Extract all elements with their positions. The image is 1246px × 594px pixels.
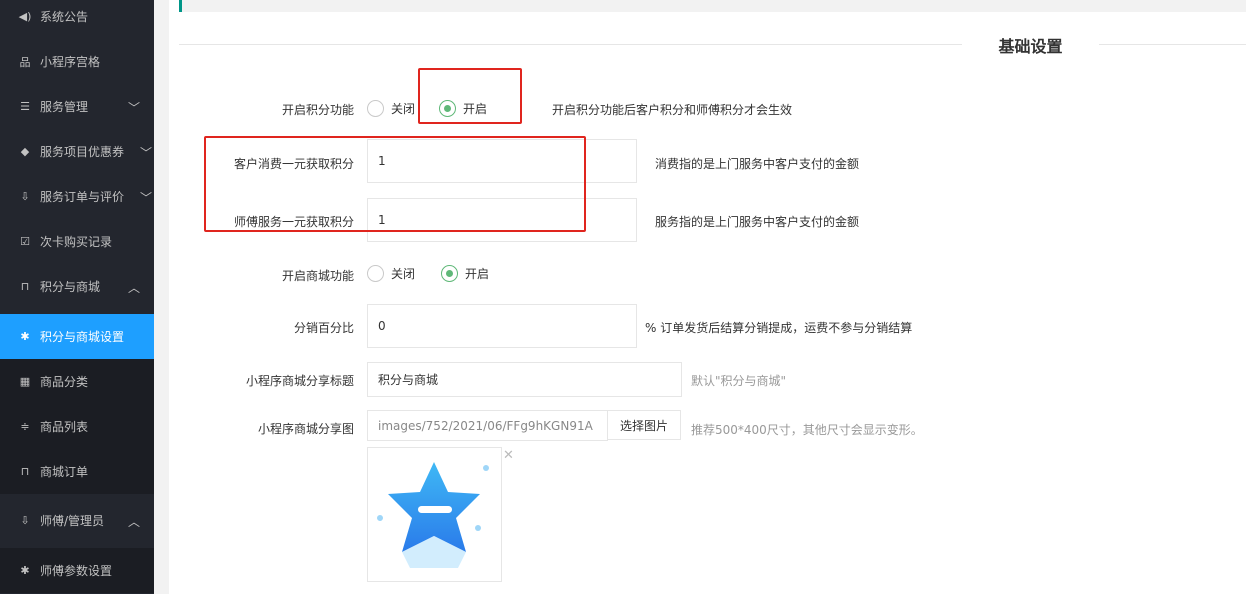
sidebar-item-service-orders[interactable]: ⇩ 服务订单与评价 ﹀ bbox=[0, 174, 154, 219]
distribution-label: 分销百分比 bbox=[293, 321, 354, 335]
mall-enable-on-radio[interactable]: 开启 bbox=[441, 265, 489, 282]
grid-icon: ▦ bbox=[19, 375, 31, 388]
sidebar-item-label: 系统公告 bbox=[40, 10, 89, 24]
share-title-hint: 默认"积分与商城" bbox=[691, 374, 787, 388]
sidebar-item-mall-orders[interactable]: ⊓ 商城订单 bbox=[0, 449, 154, 494]
customer-points-hint: 消费指的是上门服务中客户支付的金额 bbox=[655, 157, 860, 171]
top-bar bbox=[179, 0, 1246, 12]
share-title-label: 小程序商城分享标题 bbox=[245, 374, 354, 388]
radio-label: 开启 bbox=[465, 267, 490, 281]
list-icon: ☰ bbox=[20, 100, 30, 113]
radio-label: 关闭 bbox=[391, 267, 416, 281]
sidebar-item-label: 服务项目优惠券 bbox=[40, 145, 125, 159]
gear-icon: ✱ bbox=[20, 330, 30, 343]
highlight-box bbox=[418, 68, 522, 124]
sidebar-item-product-list[interactable]: ≑ 商品列表 bbox=[0, 404, 154, 449]
tag-icon: ◆ bbox=[20, 145, 30, 158]
sidebar-item-label: 师傅/管理员 bbox=[40, 514, 105, 528]
volume-icon: ◀) bbox=[18, 10, 32, 23]
radio-circle bbox=[367, 265, 384, 282]
share-title-input[interactable]: 积分与商城 bbox=[367, 362, 682, 397]
sidebar-item-label: 师傅参数设置 bbox=[40, 564, 113, 578]
chevron-down-icon: ﹀ bbox=[127, 101, 140, 115]
sidebar-item-service-management[interactable]: ☰ 服务管理 ﹀ bbox=[0, 84, 154, 129]
highlight-box bbox=[204, 136, 586, 232]
points-enable-off-radio[interactable]: 关闭 bbox=[367, 100, 415, 117]
sidebar-item-label: 小程序宫格 bbox=[40, 55, 101, 69]
share-image-label: 小程序商城分享图 bbox=[257, 422, 354, 436]
points-enable-label: 开启积分功能 bbox=[281, 103, 354, 117]
master-points-hint: 服务指的是上门服务中客户支付的金额 bbox=[655, 215, 860, 229]
check-square-icon: ☑ bbox=[20, 235, 30, 248]
sitemap-icon: 品 bbox=[19, 55, 31, 69]
cart-icon: ⊓ bbox=[20, 280, 30, 293]
share-image-preview bbox=[367, 447, 502, 582]
sidebar-item-label: 商品分类 bbox=[40, 375, 89, 389]
sidebar-item-label: 服务订单与评价 bbox=[40, 190, 125, 204]
sliders-icon: ≑ bbox=[20, 420, 30, 433]
star-logo-image bbox=[377, 462, 489, 568]
sidebar-item-label: 次卡购买记录 bbox=[40, 235, 113, 249]
sidebar-item-master-settings[interactable]: ✱ 师傅参数设置 bbox=[0, 548, 154, 593]
chevron-down-icon: ﹀ bbox=[139, 191, 152, 205]
sidebar-item-announcement[interactable]: ◀) 系统公告 bbox=[0, 0, 154, 39]
sidebar-item-points-mall-settings[interactable]: ✱ 积分与商城设置 bbox=[0, 314, 154, 359]
section-title: 基础设置 bbox=[998, 37, 1063, 56]
sidebar-item-label: 积分与商城 bbox=[40, 280, 101, 294]
close-icon[interactable]: ✕ bbox=[503, 448, 514, 463]
points-enable-hint: 开启积分功能后客户积分和师傅积分才会生效 bbox=[552, 103, 793, 117]
distribution-input[interactable]: 0 bbox=[367, 304, 637, 348]
chevron-up-icon: ︿ bbox=[127, 281, 140, 295]
sidebar-item-product-categories[interactable]: ▦ 商品分类 bbox=[0, 359, 154, 404]
sidebar-item-service-coupons[interactable]: ◆ 服务项目优惠券 ﹀ bbox=[0, 129, 154, 174]
mall-enable-label: 开启商城功能 bbox=[281, 269, 354, 283]
sidebar-item-label: 商品列表 bbox=[40, 420, 89, 434]
sidebar-item-masters-admins[interactable]: ⇩ 师傅/管理员 ︿ bbox=[0, 498, 154, 543]
sidebar-item-label: 商城订单 bbox=[40, 465, 89, 479]
share-image-hint: 推荐500*400尺寸，其他尺寸会显示变形。 bbox=[691, 423, 923, 437]
cart-icon: ⊓ bbox=[20, 465, 30, 478]
download-icon: ⇩ bbox=[20, 514, 30, 527]
share-image-path-input[interactable]: images/752/2021/06/FFg9hKGN91A bbox=[367, 410, 608, 441]
sidebar-item-card-records[interactable]: ☑ 次卡购买记录 bbox=[0, 219, 154, 264]
choose-image-button[interactable]: 选择图片 bbox=[607, 410, 681, 440]
sidebar-item-miniapp-grid[interactable]: 品 小程序宫格 bbox=[0, 39, 154, 84]
sidebar-item-points-mall[interactable]: ⊓ 积分与商城 ︿ bbox=[0, 264, 154, 309]
mall-enable-off-radio[interactable]: 关闭 bbox=[367, 265, 415, 282]
sidebar-gutter bbox=[154, 0, 169, 594]
section-divider-right bbox=[1099, 44, 1246, 45]
distribution-hint: % 订单发货后结算分销提成，运费不参与分销结算 bbox=[645, 321, 913, 335]
radio-circle-checked bbox=[441, 265, 458, 282]
section-divider-left bbox=[179, 44, 962, 45]
gear-icon: ✱ bbox=[20, 564, 30, 577]
sidebar-item-label: 服务管理 bbox=[40, 100, 89, 114]
download-icon: ⇩ bbox=[20, 190, 30, 203]
radio-circle bbox=[367, 100, 384, 117]
radio-label: 关闭 bbox=[391, 102, 416, 116]
chevron-down-icon: ﹀ bbox=[139, 146, 152, 160]
sidebar-item-label: 积分与商城设置 bbox=[40, 330, 125, 344]
chevron-up-icon: ︿ bbox=[127, 515, 140, 529]
